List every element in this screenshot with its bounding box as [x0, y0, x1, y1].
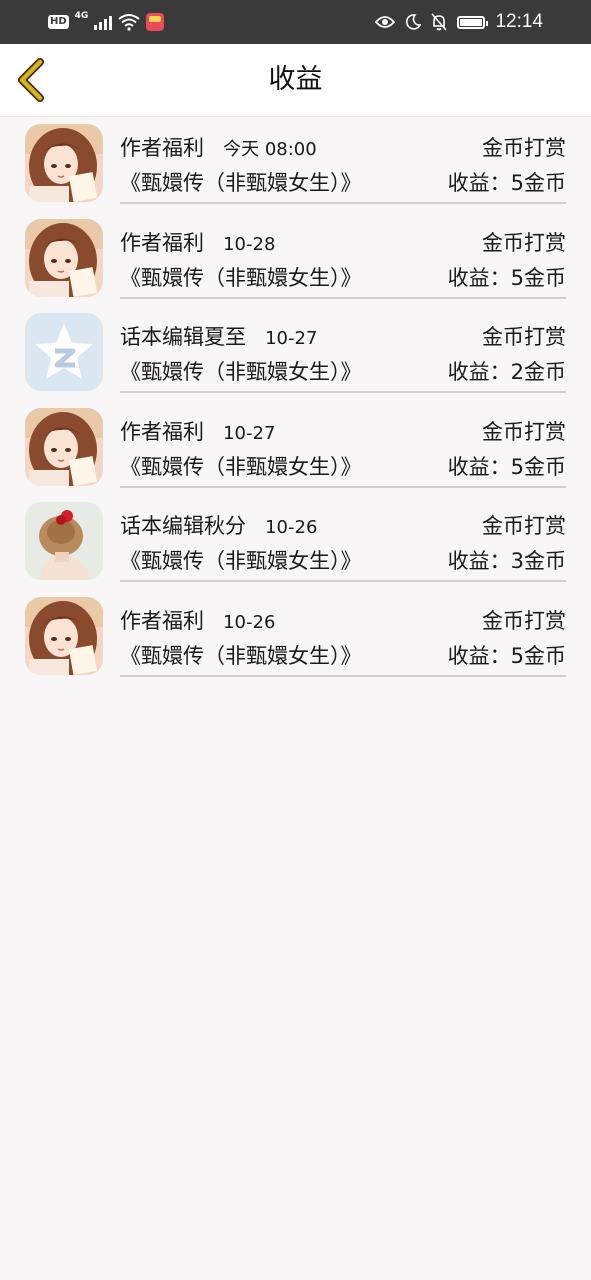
hd-badge: HD: [48, 15, 69, 29]
clock: 12:14: [495, 11, 543, 32]
anime-girl-avatar-icon: [25, 124, 103, 202]
reward-type: 金币打赏: [482, 514, 566, 539]
status-left: HD 4G: [48, 10, 165, 34]
book-title: 《甄嬛传（非甄嬛女生）》: [120, 643, 362, 668]
header: 收益: [0, 44, 591, 117]
reward-type: 金币打赏: [482, 419, 566, 444]
list-item-info: 作者福利 10-27 金币打赏 《甄嬛传（非甄嬛女生）》 收益：5金币: [120, 404, 566, 488]
book-title: 《甄嬛传（非甄嬛女生）》: [120, 454, 362, 479]
avatar: [25, 124, 103, 202]
list-item[interactable]: 话本编辑秋分 10-26 金币打赏 《甄嬛传（非甄嬛女生）》 收益：3金币: [0, 498, 591, 593]
book-title: 《甄嬛传（非甄嬛女生）》: [120, 549, 362, 574]
date: 10-27: [223, 422, 276, 444]
list-item-detail: 《甄嬛传（非甄嬛女生）》 收益：2金币: [120, 356, 566, 388]
reward-type: 金币打赏: [482, 608, 566, 633]
sender-name: 作者福利: [120, 230, 204, 255]
book-title: 《甄嬛传（非甄嬛女生）》: [120, 171, 362, 195]
income-amount: 收益：5金币: [447, 171, 566, 195]
date: 10-27: [265, 328, 318, 350]
avatar: [25, 407, 103, 486]
date: 10-26: [223, 611, 276, 633]
network-type: 4G: [74, 11, 89, 21]
income-amount: 收益：5金币: [447, 265, 566, 290]
list-item-header: 话本编辑夏至 10-27 金币打赏: [120, 321, 566, 351]
hair-bun-photo-icon: [25, 502, 103, 581]
income-list: 作者福利 今天 08:00 金币打赏 《甄嬛传（非甄嬛女生）》 收益：5金币 作…: [0, 120, 591, 688]
sender-name: 话本编辑夏至: [120, 325, 246, 350]
date: 10-28: [223, 233, 276, 255]
anime-girl-avatar-icon: [25, 596, 103, 675]
book-title: 《甄嬛传（非甄嬛女生）》: [120, 265, 362, 290]
sender-name: 话本编辑秋分: [120, 514, 246, 539]
income-amount: 收益：5金币: [447, 454, 566, 479]
list-item[interactable]: 作者福利 10-27 金币打赏 《甄嬛传（非甄嬛女生）》 收益：5金币: [0, 404, 591, 499]
list-item-info: 话本编辑夏至 10-27 金币打赏 《甄嬛传（非甄嬛女生）》 收益：2金币: [120, 309, 566, 394]
wifi-icon: [118, 14, 140, 31]
mute-bell-icon: [431, 13, 448, 31]
list-item[interactable]: 作者福利 10-28 金币打赏 《甄嬛传（非甄嬛女生）》 收益：5金币: [0, 215, 591, 310]
reward-type: 金币打赏: [482, 136, 566, 160]
battery-icon: [457, 15, 489, 29]
list-item-detail: 《甄嬛传（非甄嬛女生）》 收益：5金币: [120, 640, 566, 672]
app-notification-icon: [146, 13, 165, 31]
list-item-header: 作者福利 10-28 金币打赏: [120, 227, 566, 257]
list-item-info: 作者福利 10-28 金币打赏 《甄嬛传（非甄嬛女生）》 收益：5金币: [120, 215, 566, 299]
list-item-detail: 《甄嬛传（非甄嬛女生）》 收益：5金币: [120, 262, 566, 294]
eye-icon: [375, 16, 396, 28]
list-item[interactable]: 作者福利 今天 08:00 金币打赏 《甄嬛传（非甄嬛女生）》 收益：5金币: [0, 120, 591, 215]
income-amount: 收益：3金币: [447, 549, 566, 574]
list-item-header: 作者福利 10-27 金币打赏: [120, 416, 566, 446]
list-item-detail: 《甄嬛传（非甄嬛女生）》 收益：5金币: [120, 167, 566, 199]
income-amount: 收益：2金币: [447, 360, 566, 385]
page-title: 收益: [268, 64, 323, 95]
list-item-detail: 《甄嬛传（非甄嬛女生）》 收益：5金币: [120, 451, 566, 483]
date: 10-26: [265, 517, 318, 539]
list-item[interactable]: 话本编辑夏至 10-27 金币打赏 《甄嬛传（非甄嬛女生）》 收益：2金币: [0, 309, 591, 404]
book-title: 《甄嬛传（非甄嬛女生）》: [120, 360, 362, 385]
income-amount: 收益：5金币: [447, 643, 566, 668]
status-right: 12:14: [375, 10, 543, 34]
list-item[interactable]: 作者福利 10-26 金币打赏 《甄嬛传（非甄嬛女生）》 收益：5金币: [0, 593, 591, 688]
list-item-info: 话本编辑秋分 10-26 金币打赏 《甄嬛传（非甄嬛女生）》 收益：3金币: [120, 498, 566, 583]
sender-name: 作者福利: [120, 136, 204, 160]
status-bar: HD 4G 12:14: [0, 0, 591, 44]
list-item-info: 作者福利 10-26 金币打赏 《甄嬛传（非甄嬛女生）》 收益：5金币: [120, 593, 566, 677]
avatar: [25, 502, 103, 581]
avatar: [25, 218, 103, 297]
signal-icon: [94, 14, 113, 30]
moon-icon: [406, 14, 422, 30]
list-item-header: 话本编辑秋分 10-26 金币打赏: [120, 510, 566, 540]
list-item-detail: 《甄嬛传（非甄嬛女生）》 收益：3金币: [120, 545, 566, 577]
avatar: [25, 313, 103, 392]
star-logo-icon: [25, 313, 103, 392]
sender-name: 作者福利: [120, 419, 204, 444]
date: 今天 08:00: [223, 139, 317, 160]
list-item-header: 作者福利 10-26 金币打赏: [120, 605, 566, 635]
anime-girl-avatar-icon: [25, 218, 103, 297]
list-item-header: 作者福利 今天 08:00 金币打赏: [120, 132, 566, 162]
list-item-info: 作者福利 今天 08:00 金币打赏 《甄嬛传（非甄嬛女生）》 收益：5金币: [120, 120, 566, 204]
anime-girl-avatar-icon: [25, 407, 103, 486]
reward-type: 金币打赏: [482, 325, 566, 350]
reward-type: 金币打赏: [482, 230, 566, 255]
avatar: [25, 596, 103, 675]
sender-name: 作者福利: [120, 608, 204, 633]
